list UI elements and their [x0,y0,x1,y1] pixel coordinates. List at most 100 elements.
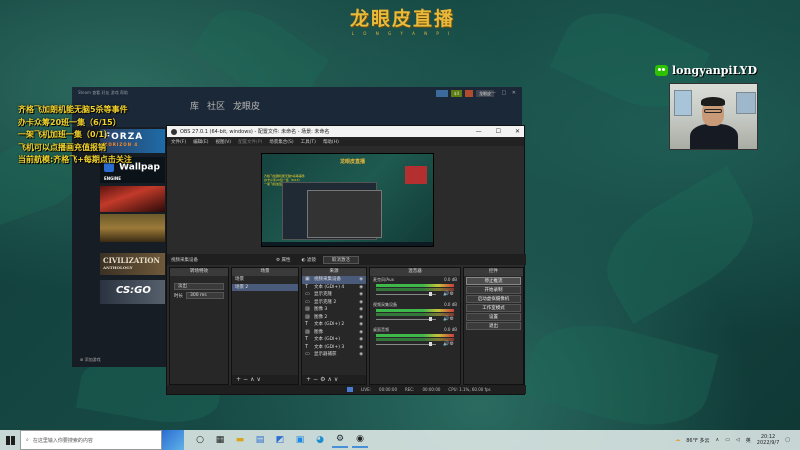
settings-button[interactable]: 设置 [466,313,521,321]
speaker-icon[interactable]: 🔊⚙ [443,291,454,297]
photos-icon[interactable]: ▣ [292,432,308,448]
steam-points[interactable]: $4 [450,90,462,97]
source-item[interactable]: T 文本 (GDI+) 3 ◉ [302,344,366,352]
remove-source-icon[interactable]: − [313,376,320,383]
exit-button[interactable]: 退出 [466,322,521,330]
eye-icon[interactable]: ◉ [359,344,363,352]
task-view-icon[interactable]: ○ [192,432,208,448]
game-tile-bunker[interactable] [100,214,165,242]
obs-window[interactable]: OBS 27.0.1 (64-bit, windows) - 配置文件: 未命名… [166,125,526,395]
stop-streaming-button[interactable]: 停止推流 [466,277,521,285]
eye-icon[interactable]: ◉ [359,291,363,299]
volume-slider[interactable]: 🔊⚙ [376,316,454,322]
move-down-icon[interactable]: ∨ [334,376,340,383]
game-tile-civilization[interactable]: CIVILIZATION ANTHOLOGY [100,253,165,275]
menu-edit[interactable]: 编辑(E) [193,139,208,145]
speaker-icon[interactable]: 🔊⚙ [443,341,454,347]
start-button[interactable] [0,430,20,450]
studio-mode-button[interactable]: 工作室模式 [466,304,521,312]
webcam-person [690,124,738,149]
obs-taskbar-icon[interactable]: ◉ [352,432,368,448]
duration-input[interactable]: 300 ms [186,292,224,299]
minimize-button[interactable]: — [476,128,482,135]
add-scene-icon[interactable]: + [236,376,243,383]
game-tile-csgo[interactable]: CS:GO [100,280,165,304]
menu-profile[interactable]: 配置文件(P) [238,139,262,145]
volume-knob[interactable] [429,292,432,296]
remove-scene-icon[interactable]: − [243,376,250,383]
start-virtual-camera-button[interactable]: 启动虚拟摄像机 [466,295,521,303]
eye-icon[interactable]: ◉ [359,299,363,307]
ime-indicator[interactable]: 英 [746,437,751,444]
steam-nav-library[interactable]: 库 [190,99,199,112]
eye-icon[interactable]: ◉ [359,314,363,322]
clock[interactable]: 20:12 2022/9/7 [757,434,779,446]
game-tile-racing[interactable] [100,186,165,212]
eye-icon[interactable]: ◉ [359,276,363,284]
chevron-up-icon[interactable]: ∧ [716,437,720,443]
search-highlight-thumb[interactable] [162,430,184,450]
steam-avatar[interactable] [465,90,473,97]
steam-nav-profile[interactable]: 龙眼皮 [233,99,260,112]
obs-preview[interactable]: 龙眼皮直播 齐格飞加朗机能无脑5杀等事件 办卡众筹20班一集（6/15） 一架飞… [261,153,434,247]
scene-item[interactable]: 场景 [232,276,298,284]
filters-label: 滤镜 [306,257,316,263]
steam-window-buttons[interactable]: — □ ✕ [491,90,518,96]
eye-icon[interactable]: ◉ [359,306,363,314]
transition-select[interactable]: 淡出 [174,283,224,290]
taskbar: ⌕ 在这里输入你要搜索的内容 ○ ▦ ▬ ▤ ◩ ▣ ◕ ⚙ ◉ ☁ 86°F … [0,430,800,450]
eye-icon[interactable]: ◉ [359,329,363,337]
volume-slider[interactable]: 🔊⚙ [376,341,454,347]
add-source-icon[interactable]: + [306,376,313,383]
menu-help[interactable]: 帮助(H) [323,139,339,145]
obs-titlebar[interactable]: OBS 27.0.1 (64-bit, windows) - 配置文件: 未命名… [167,126,524,137]
steam-taskbar-icon[interactable]: ⚙ [332,432,348,448]
eye-icon[interactable]: ◉ [359,284,363,292]
volume-knob[interactable] [429,317,432,321]
volume-knob[interactable] [429,342,432,346]
source-item[interactable]: T 文本 (GDI+) ◉ [302,336,366,344]
eye-icon[interactable]: ◉ [359,321,363,329]
notifications-icon[interactable]: ▢ [785,437,790,443]
calendar-icon[interactable]: ▤ [252,432,268,448]
move-down-icon[interactable]: ∨ [256,376,262,383]
menu-scene-collection[interactable]: 场景集合(S) [269,139,293,145]
close-button[interactable]: ✕ [515,128,520,135]
search-icon: ⌕ [26,437,29,443]
file-explorer-icon[interactable]: ▬ [232,432,248,448]
speaker-icon[interactable]: 🔊⚙ [443,316,454,322]
source-item[interactable]: ▨ 图像 3 ◉ [302,306,366,314]
menu-tools[interactable]: 工具(T) [301,139,316,145]
speaker-icon[interactable]: ◁ [736,437,740,443]
widgets-icon[interactable]: ▦ [212,432,228,448]
eye-icon[interactable]: ◉ [359,336,363,344]
volume-slider[interactable]: 🔊⚙ [376,291,454,297]
source-item[interactable]: ▣ 视频采集设备 ◉ [302,276,366,284]
menu-file[interactable]: 文件(F) [171,139,186,145]
start-recording-button[interactable]: 开始录制 [466,286,521,294]
taskbar-search[interactable]: ⌕ 在这里输入你要搜索的内容 [20,430,162,450]
source-item[interactable]: ▭ 显示克隆 ◉ [302,291,366,299]
deactivate-button[interactable]: 取消激活 [322,255,359,264]
menu-view[interactable]: 视图(V) [215,139,231,145]
source-item[interactable]: ▨ 图像 ◉ [302,329,366,337]
live-indicator-icon [347,387,353,392]
steam-broadcast-button[interactable] [435,90,448,97]
filters-button[interactable]: ◐ 滤镜 [297,257,319,263]
steam-add-game[interactable]: ⊞ 添加游戏 [72,353,172,367]
store-icon[interactable]: ◩ [272,432,288,448]
steam-nav-community[interactable]: 社区 [207,99,225,112]
source-item[interactable]: ▭ 显示器捕获 ◉ [302,351,366,359]
edge-icon[interactable]: ◕ [312,432,328,448]
windows-icon [5,435,15,445]
source-item[interactable]: T 文本 (GDI+) 2 ◉ [302,321,366,329]
source-item[interactable]: ▭ 显示克隆 2 ◉ [302,299,366,307]
eye-icon[interactable]: ◉ [359,351,363,359]
network-icon[interactable]: ▭ [725,437,730,443]
properties-button[interactable]: ⚙ 属性 [272,257,294,263]
scene-item[interactable]: 场景 2 [232,283,298,291]
maximize-button[interactable]: ☐ [496,128,501,135]
weather-text[interactable]: 86°F 多云 [686,437,709,444]
source-item[interactable]: T 文本 (GDI+) 4 ◉ [302,284,366,292]
source-item[interactable]: ▨ 图像 2 ◉ [302,314,366,322]
